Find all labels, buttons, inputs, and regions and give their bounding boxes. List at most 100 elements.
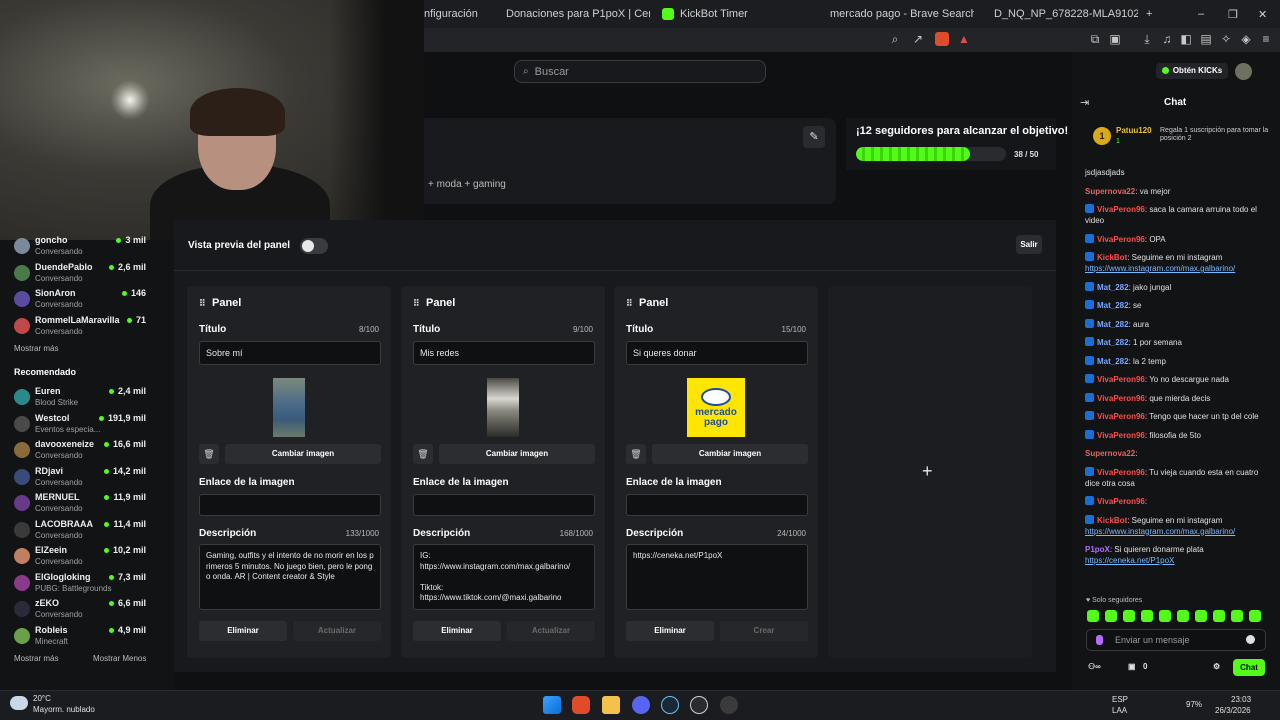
- sidebar-channel[interactable]: DuendePablo Conversando 2,6 mil: [14, 261, 170, 287]
- sidebar-channel[interactable]: Euren Blood Strike 2,4 mil: [14, 385, 170, 411]
- sidebar-channel[interactable]: davooxeneize Conversando 16,6 mil: [14, 438, 170, 464]
- chat-username[interactable]: VivaPeron96: [1097, 497, 1145, 506]
- drops-icon[interactable]: ⚇∞: [1088, 662, 1101, 671]
- chat-username[interactable]: Supernova22: [1085, 187, 1135, 196]
- sidebar-channel[interactable]: Westcol Eventos especia... 191,9 mil: [14, 412, 170, 438]
- chat-username[interactable]: VivaPeron96: [1097, 235, 1145, 244]
- delete-panel-button[interactable]: Eliminar: [413, 621, 501, 641]
- zoom-icon[interactable]: ⌕: [888, 32, 902, 46]
- chat-username[interactable]: VivaPeron96: [1097, 205, 1145, 214]
- close-window-button[interactable]: ✕: [1258, 4, 1270, 24]
- gift-icon[interactable]: ▣: [1128, 662, 1136, 671]
- sidebar-channel[interactable]: MERNUEL Conversando 11,9 mil: [14, 491, 170, 517]
- change-image-button[interactable]: Cambiar imagen: [439, 444, 595, 464]
- sidebar-channel[interactable]: ElGlogloking PUBG: Battlegrounds 7,3 mil: [14, 571, 170, 597]
- emote-icon[interactable]: [1195, 610, 1207, 622]
- delete-panel-button[interactable]: Eliminar: [626, 621, 714, 641]
- top-gifter-name[interactable]: Patuu120: [1116, 126, 1152, 135]
- emote-icon[interactable]: [1141, 610, 1153, 622]
- app-icon[interactable]: [720, 696, 738, 714]
- steam-icon[interactable]: [661, 696, 679, 714]
- add-panel-icon[interactable]: +: [922, 461, 933, 482]
- clock-date[interactable]: 26/3/2026: [1215, 706, 1251, 715]
- tab-donaciones[interactable]: Donaciones para P1poX | Ceneka: [500, 4, 650, 24]
- chat-message-input[interactable]: Enviar un mensaje: [1086, 629, 1266, 651]
- description-textarea[interactable]: https://ceneka.net/P1poX: [626, 544, 808, 610]
- rewards-icon[interactable]: ▲: [957, 32, 971, 46]
- sidebar-channel[interactable]: zEKO Conversando 6,6 mil: [14, 597, 170, 623]
- change-image-button[interactable]: Cambiar imagen: [652, 444, 808, 464]
- emote-icon[interactable]: [1231, 610, 1243, 622]
- tab-image[interactable]: D_NQ_NP_678228-MLA9102786251...: [988, 4, 1138, 24]
- chat-username[interactable]: P1poX: [1085, 545, 1110, 554]
- brave-taskbar-icon[interactable]: [572, 696, 590, 714]
- chat-username[interactable]: VivaPeron96: [1097, 375, 1145, 384]
- chat-username[interactable]: VivaPeron96: [1097, 468, 1145, 477]
- extensions-icon[interactable]: ⧉: [1088, 32, 1102, 46]
- sidebar-channel[interactable]: RDjavi Conversando 14,2 mil: [14, 465, 170, 491]
- description-textarea[interactable]: Gaming, outfits y el intento de no morir…: [199, 544, 381, 610]
- emote-icon[interactable]: [1213, 610, 1225, 622]
- sidebar-channel[interactable]: Robleis Minecraft 4,9 mil: [14, 624, 170, 650]
- drag-handle-icon[interactable]: ⠿: [199, 298, 206, 309]
- collapse-chat-icon[interactable]: ⇥: [1080, 96, 1089, 109]
- chat-username[interactable]: VivaPeron96: [1097, 412, 1145, 421]
- image-link-input[interactable]: [626, 494, 808, 516]
- file-explorer-icon[interactable]: [602, 696, 620, 714]
- maximize-button[interactable]: ❐: [1228, 4, 1240, 24]
- emote-icon[interactable]: [1177, 610, 1189, 622]
- discord-icon[interactable]: [632, 696, 650, 714]
- show-more-recommended[interactable]: Mostrar más: [14, 654, 58, 663]
- image-link-input[interactable]: [413, 494, 595, 516]
- sidebar-channel[interactable]: LACOBRAAA Conversando 11,4 mil: [14, 518, 170, 544]
- wallet-icon[interactable]: ▤: [1199, 32, 1213, 46]
- edit-pencil-icon[interactable]: ✎: [803, 126, 825, 148]
- chat-link[interactable]: https://ceneka.net/P1poX: [1085, 556, 1174, 565]
- search-input[interactable]: ⌕ Buscar: [514, 60, 766, 83]
- get-kicks-button[interactable]: Obtén KICKs: [1156, 63, 1228, 79]
- preview-toggle[interactable]: [300, 238, 328, 254]
- image-link-input[interactable]: [199, 494, 381, 516]
- obs-icon[interactable]: [690, 696, 708, 714]
- chat-link[interactable]: https://www.instagram.com/max.galbarino/: [1085, 264, 1235, 273]
- chat-username[interactable]: Mat_282: [1097, 283, 1129, 292]
- sidebar-icon[interactable]: ◧: [1179, 32, 1193, 46]
- chat-username[interactable]: VivaPeron96: [1097, 394, 1145, 403]
- chat-username[interactable]: Mat_282: [1097, 320, 1129, 329]
- brave-shield-icon[interactable]: [935, 32, 949, 46]
- send-chat-button[interactable]: Chat: [1233, 659, 1265, 676]
- title-input[interactable]: Sobre mí: [199, 341, 381, 365]
- emote-icon[interactable]: [1087, 610, 1099, 622]
- tab-brave-search[interactable]: mercado pago - Brave Search: [824, 4, 974, 24]
- delete-panel-button[interactable]: Eliminar: [199, 621, 287, 641]
- show-more-following[interactable]: Mostrar más: [14, 344, 58, 353]
- delete-image-icon[interactable]: 🗑: [626, 444, 646, 464]
- media-icon[interactable]: ♫: [1160, 32, 1174, 46]
- sidebar-channel[interactable]: RommelLaMaravilla Conversando 71: [14, 314, 170, 340]
- chat-username[interactable]: KickBot: [1097, 516, 1127, 525]
- weather-icon[interactable]: [10, 696, 28, 710]
- tab-configuracion[interactable]: nfiguración: [424, 4, 494, 24]
- gift-sub-note[interactable]: Regala 1 suscripción para tomar la posic…: [1160, 127, 1270, 143]
- emoji-icon[interactable]: [1246, 635, 1255, 644]
- delete-image-icon[interactable]: 🗑: [413, 444, 433, 464]
- chat-settings-icon[interactable]: ⚙: [1213, 662, 1220, 671]
- emote-icon[interactable]: [1159, 610, 1171, 622]
- vpn-icon[interactable]: ◈: [1239, 32, 1253, 46]
- chat-username[interactable]: Mat_282: [1097, 301, 1129, 310]
- menu-icon[interactable]: ≡: [1259, 32, 1273, 46]
- windows-start-icon[interactable]: [543, 696, 561, 714]
- show-less-recommended[interactable]: Mostrar Menos: [93, 654, 146, 663]
- sidebar-channel[interactable]: SionAron Conversando 146: [14, 287, 170, 313]
- change-image-button[interactable]: Cambiar imagen: [225, 444, 381, 464]
- exit-button[interactable]: Salir: [1016, 235, 1042, 254]
- minimize-button[interactable]: –: [1198, 4, 1210, 24]
- sidebar-channel[interactable]: goncho Conversando 3 mil: [14, 234, 170, 260]
- leo-icon[interactable]: ✧: [1219, 32, 1233, 46]
- clock-time[interactable]: 23:03: [1231, 695, 1251, 704]
- title-input[interactable]: Mis redes: [413, 341, 595, 365]
- delete-image-icon[interactable]: 🗑: [199, 444, 219, 464]
- drag-handle-icon[interactable]: ⠿: [626, 298, 633, 309]
- language-layout[interactable]: LAA: [1112, 706, 1127, 715]
- chat-username[interactable]: VivaPeron96: [1097, 431, 1145, 440]
